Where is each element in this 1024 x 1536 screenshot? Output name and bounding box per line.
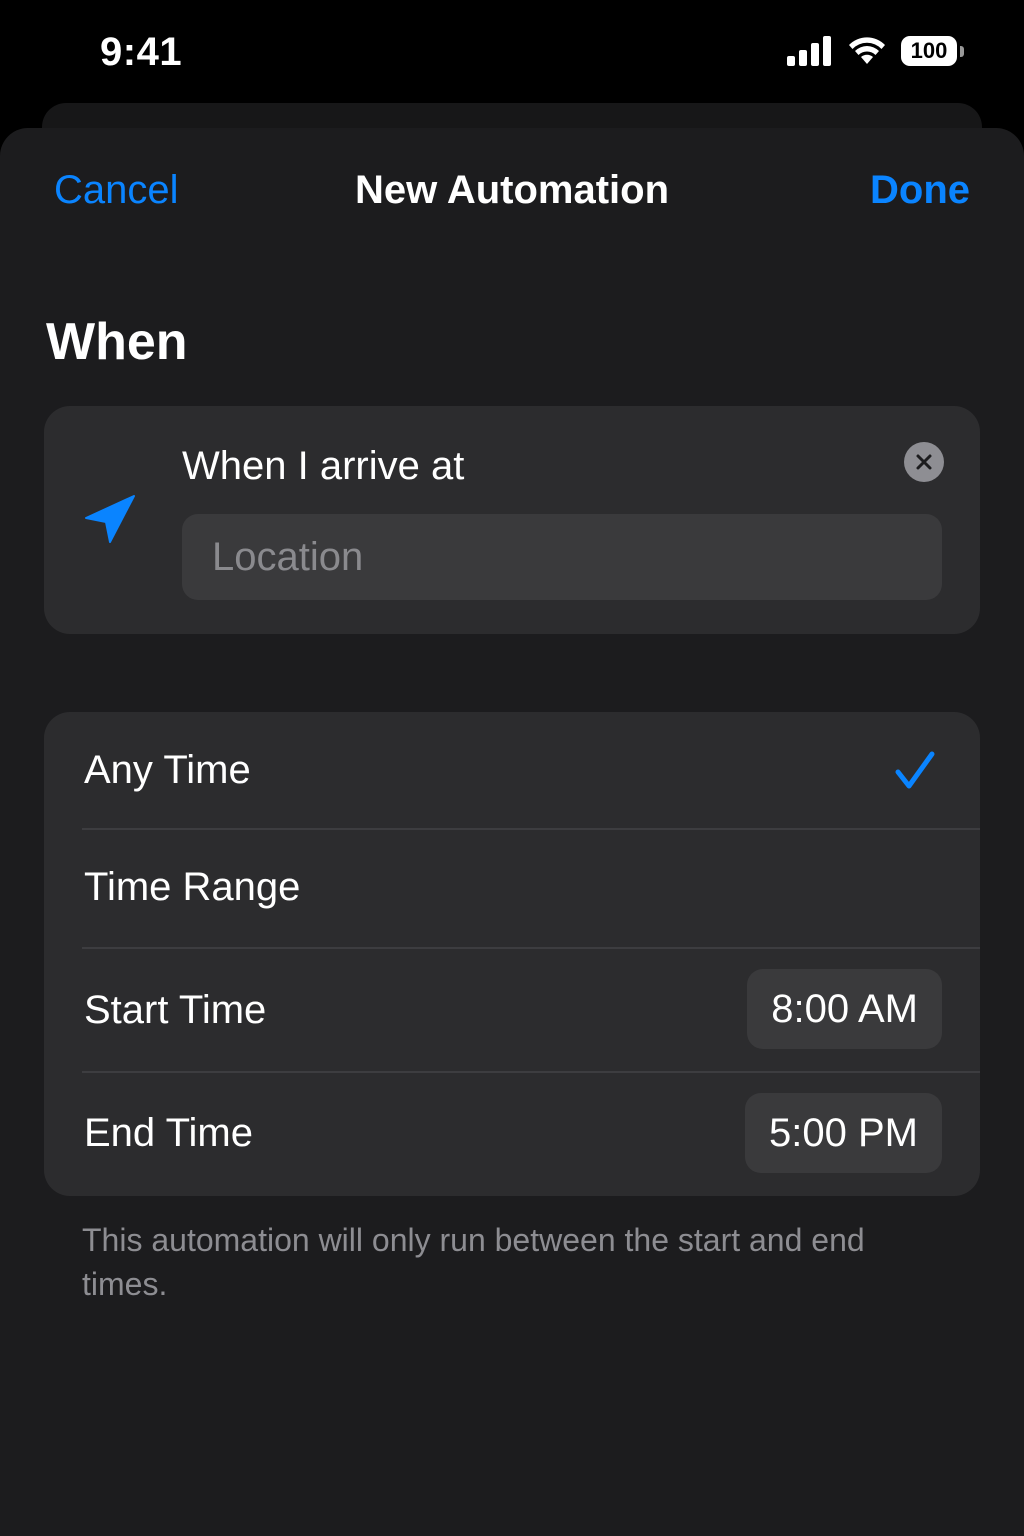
close-icon [916, 454, 932, 470]
cellular-signal-icon [787, 36, 831, 66]
navigation-bar: Cancel New Automation Done [0, 128, 1024, 258]
status-icons: 100 [787, 36, 964, 66]
wifi-icon [849, 37, 885, 64]
end-time-label: End Time [84, 1111, 253, 1155]
time-range-label: Time Range [84, 865, 301, 909]
battery-indicator: 100 [901, 36, 964, 66]
location-arrow-icon [85, 495, 135, 543]
status-bar: 9:41 100 [0, 0, 1024, 104]
end-time-row: End Time 5:00 PM [44, 1073, 980, 1196]
option-any-time[interactable]: Any Time [44, 712, 980, 828]
end-time-picker[interactable]: 5:00 PM [745, 1093, 942, 1173]
section-heading: When [46, 313, 188, 371]
remove-trigger-button[interactable] [904, 442, 944, 482]
battery-cap [960, 45, 964, 57]
screen: 9:41 100 Cancel New Automation Done When… [0, 0, 1024, 1536]
location-input[interactable] [182, 514, 942, 600]
trigger-card: When I arrive at [44, 406, 980, 634]
cancel-button[interactable]: Cancel [54, 168, 179, 213]
start-time-picker[interactable]: 8:00 AM [747, 969, 942, 1049]
automation-sheet: Cancel New Automation Done When When I a… [0, 128, 1024, 1536]
trigger-label: When I arrive at [182, 444, 465, 488]
start-time-label: Start Time [84, 988, 267, 1032]
done-button[interactable]: Done [870, 168, 970, 213]
battery-level: 100 [910, 38, 948, 63]
start-time-row: Start Time 8:00 AM [44, 949, 980, 1071]
option-time-range[interactable]: Time Range [44, 830, 980, 946]
footnote-text: This automation will only run between th… [82, 1222, 865, 1302]
status-time: 9:41 [100, 30, 183, 74]
checkmark-icon [895, 751, 935, 789]
time-options-card: Any Time Time Range Start Time 8:00 AM E… [44, 712, 980, 1196]
battery-icon: 100 [901, 36, 957, 66]
any-time-label: Any Time [84, 748, 251, 792]
